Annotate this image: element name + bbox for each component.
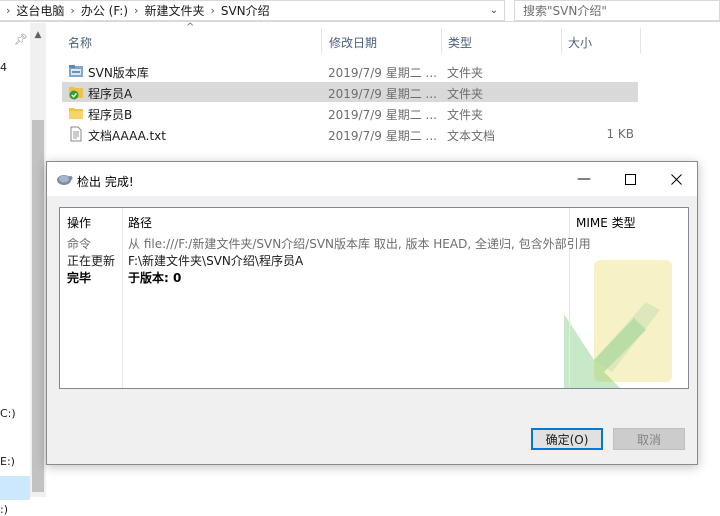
- log-row-path: F:\新建文件夹\SVN介绍\程序员A: [128, 254, 304, 268]
- sort-ascending-icon: ^: [186, 22, 195, 33]
- column-divider[interactable]: [441, 28, 442, 54]
- nav-item-fragment[interactable]: 4: [0, 61, 7, 74]
- file-name: 程序员B: [88, 108, 133, 122]
- dialog-title: 检出 完成!: [77, 175, 134, 189]
- text-file-icon: [70, 126, 82, 142]
- file-name: 程序员A: [88, 87, 133, 101]
- nav-item-drive[interactable]: :): [0, 503, 8, 516]
- column-header-date[interactable]: 修改日期: [329, 34, 377, 51]
- breadcrumb[interactable]: › 这台电脑 › 办公 (F:) › 新建文件夹 › SVN介绍: [0, 0, 505, 21]
- log-row-path: 从 file:///F:/新建文件夹/SVN介绍/SVN版本库 取出, 版本 H…: [128, 237, 591, 251]
- column-divider[interactable]: [640, 28, 641, 54]
- file-row[interactable]: 程序员B 2019/7/9 星期二 ... 文件夹: [62, 103, 638, 123]
- column-header-type[interactable]: 类型: [448, 34, 472, 51]
- ok-button[interactable]: 确定(O): [531, 428, 603, 450]
- close-button[interactable]: [653, 162, 699, 196]
- file-type: 文件夹: [447, 87, 484, 101]
- file-type: 文本文档: [447, 129, 496, 143]
- file-date: 2019/7/9 星期二 ...: [328, 66, 437, 80]
- log-row-action: 命令: [67, 237, 92, 251]
- breadcrumb-svn-intro[interactable]: SVN介绍: [221, 2, 270, 19]
- dialog-title-bar[interactable]: 检出 完成! —: [47, 162, 697, 196]
- address-history-dropdown-button[interactable]: ⌄: [484, 0, 504, 21]
- column-header-size[interactable]: 大小: [568, 34, 592, 51]
- nav-item-selected[interactable]: [0, 476, 30, 500]
- maximize-icon: [624, 173, 636, 185]
- column-header-name[interactable]: 名称: [68, 34, 92, 51]
- svn-checked-folder-icon: [69, 87, 83, 100]
- log-row-path: 于版本: 0: [128, 271, 182, 285]
- list-header-path[interactable]: 路径: [128, 214, 152, 231]
- nav-scrollbar-thumb[interactable]: [32, 120, 44, 492]
- file-row[interactable]: SVN版本库 2019/7/9 星期二 ... 文件夹: [62, 61, 638, 81]
- file-row-selected[interactable]: 程序员A 2019/7/9 星期二 ... 文件夹: [62, 82, 638, 102]
- log-row-action: 正在更新: [67, 254, 116, 268]
- list-column-divider[interactable]: [122, 208, 123, 388]
- file-size: 1 KB: [606, 127, 634, 141]
- tortoisesvn-icon: [57, 175, 73, 185]
- file-date: 2019/7/9 星期二 ...: [328, 108, 437, 122]
- scroll-up-icon[interactable]: ▲: [30, 30, 46, 42]
- svn-repo-folder-icon: [69, 65, 83, 77]
- tortoisesvn-watermark-icon: [564, 260, 672, 388]
- breadcrumb-this-pc[interactable]: 这台电脑: [16, 2, 64, 19]
- minimize-button[interactable]: —: [561, 162, 607, 196]
- file-name: 文档AAAA.txt: [88, 129, 166, 143]
- file-row[interactable]: 文档AAAA.txt 2019/7/9 星期二 ... 文本文档 1 KB: [62, 124, 638, 144]
- list-header-mime[interactable]: MIME 类型: [576, 214, 636, 231]
- chevron-right-icon[interactable]: ›: [204, 4, 220, 17]
- chevron-right-icon[interactable]: ›: [128, 4, 144, 17]
- maximize-button[interactable]: [607, 162, 653, 196]
- search-placeholder: 搜索"SVN介绍": [523, 4, 607, 18]
- breadcrumb-drive-f[interactable]: 办公 (F:): [81, 2, 128, 19]
- pin-icon[interactable]: 📌︎: [14, 33, 28, 46]
- checkout-finished-dialog: 检出 完成! — 操作 路径 MIME 类型 命令 从 file:///F:/新…: [46, 161, 698, 465]
- column-divider[interactable]: [321, 28, 322, 54]
- chevron-down-icon: ⌄: [489, 5, 499, 16]
- column-divider[interactable]: [561, 28, 562, 54]
- folder-icon: [69, 108, 83, 119]
- nav-item-drive-c[interactable]: C:): [0, 407, 16, 420]
- file-date: 2019/7/9 星期二 ...: [328, 87, 437, 101]
- checkout-log-list[interactable]: 操作 路径 MIME 类型 命令 从 file:///F:/新建文件夹/SVN介…: [59, 207, 689, 389]
- search-input[interactable]: 搜索"SVN介绍": [514, 0, 720, 21]
- chevron-right-icon[interactable]: ›: [64, 4, 80, 17]
- file-name: SVN版本库: [88, 66, 149, 80]
- minimize-icon: —: [577, 171, 591, 187]
- file-type: 文件夹: [447, 108, 484, 122]
- file-type: 文件夹: [447, 66, 484, 80]
- breadcrumb-new-folder[interactable]: 新建文件夹: [144, 2, 204, 19]
- close-icon: [670, 173, 682, 185]
- list-header-action[interactable]: 操作: [67, 214, 91, 231]
- log-row-action: 完毕: [67, 271, 92, 285]
- cancel-button[interactable]: 取消: [613, 428, 685, 450]
- nav-item-drive-e[interactable]: E:): [0, 455, 15, 468]
- file-date: 2019/7/9 星期二 ...: [328, 129, 437, 143]
- chevron-right-icon[interactable]: ›: [0, 4, 16, 17]
